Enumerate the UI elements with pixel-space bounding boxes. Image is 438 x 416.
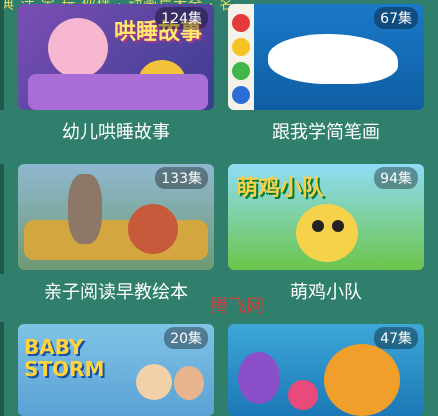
thumbnail-art-text: 萌鸡小队 xyxy=(236,176,325,201)
video-thumbnail[interactable]: 萌鸡小队 94集 xyxy=(228,164,424,270)
video-title: 亲子阅读早教绘本 xyxy=(44,282,188,303)
video-thumbnail[interactable]: 47集 xyxy=(228,324,424,416)
video-card[interactable]: 47集 xyxy=(228,324,424,416)
episode-count-badge: 94集 xyxy=(374,167,418,189)
episode-count-badge: 67集 xyxy=(374,7,418,29)
episode-count-badge: 124集 xyxy=(155,7,208,29)
left-edge-strip xyxy=(0,322,4,416)
video-card[interactable]: 萌鸡小队 94集 萌鸡小队 xyxy=(228,164,424,304)
episode-count-badge: 133集 xyxy=(155,167,208,189)
episode-count-badge: 47集 xyxy=(374,327,418,349)
video-thumbnail[interactable]: 133集 xyxy=(18,164,214,270)
video-thumbnail[interactable]: BABY STORM 20集 xyxy=(18,324,214,416)
left-edge-strip xyxy=(0,164,4,274)
video-title: 幼儿哄睡故事 xyxy=(62,122,170,143)
video-card[interactable]: 67集 跟我学简笔画 xyxy=(228,4,424,144)
video-card[interactable]: BABY STORM 20集 xyxy=(18,324,214,416)
video-card[interactable]: 哄睡故事 124集 幼儿哄睡故事 xyxy=(18,4,214,144)
video-thumbnail[interactable]: 67集 xyxy=(228,4,424,110)
video-thumbnail[interactable]: 哄睡故事 124集 xyxy=(18,4,214,110)
left-edge-strip xyxy=(0,0,4,110)
watermark-text: 腾飞网 xyxy=(210,296,264,317)
episode-count-badge: 20集 xyxy=(164,327,208,349)
thumbnail-art-text: BABY STORM xyxy=(24,335,105,381)
video-title: 跟我学简笔画 xyxy=(272,122,380,143)
video-card[interactable]: 133集 亲子阅读早教绘本 xyxy=(18,164,214,304)
